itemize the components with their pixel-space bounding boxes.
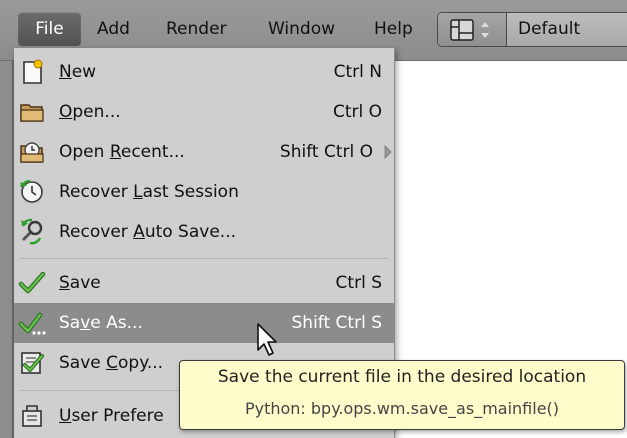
mouse-cursor-icon (257, 323, 277, 356)
menu-window[interactable]: Window (268, 12, 335, 46)
tooltip: Save the current file in the desired loc… (179, 360, 625, 430)
menu-help[interactable]: Help (374, 12, 413, 46)
recover-session-icon (19, 179, 43, 203)
mnemonic: S (59, 273, 70, 293)
preferences-icon (22, 405, 42, 427)
layout-grid-icon (450, 19, 489, 41)
menu-file[interactable]: File (18, 12, 81, 46)
menu-item-open-recent[interactable]: Open Recent... Shift Ctrl O (14, 132, 394, 172)
mnemonic: v (80, 313, 91, 333)
submenu-arrow-icon (384, 145, 392, 159)
screen-layout-name[interactable]: Default (518, 13, 580, 46)
menu-render[interactable]: Render (166, 12, 227, 46)
menu-item-recover-auto-save[interactable]: Recover Auto Save... (14, 212, 394, 252)
mnemonic: N (59, 62, 72, 82)
menu-add[interactable]: Add (97, 12, 130, 46)
mnemonic: C (106, 353, 119, 373)
menu-item-save[interactable]: Save Ctrl S (14, 263, 394, 303)
shortcut-label: Shift Ctrl O (279, 142, 373, 162)
editor-edge (0, 61, 14, 438)
new-file-icon (23, 59, 43, 84)
menu-item-new[interactable]: New Ctrl N (14, 52, 394, 92)
tooltip-python-path: Python: bpy.ops.wm.save_as_mainfile() (244, 399, 560, 418)
shortcut-label: Ctrl S (335, 273, 382, 293)
shortcut-label: Ctrl N (333, 62, 382, 82)
save-check-icon (18, 271, 46, 294)
menu-item-save-as[interactable]: Save As... Shift Ctrl S (14, 303, 394, 343)
screen-layout-selector[interactable]: Default (437, 12, 627, 47)
mnemonic: R (109, 142, 121, 162)
mnemonic: O (59, 102, 73, 122)
folder-open-icon (20, 104, 44, 122)
shortcut-label: Shift Ctrl S (291, 313, 383, 333)
recover-auto-icon (20, 218, 43, 245)
save-copy-icon (21, 352, 44, 374)
mnemonic: U (59, 406, 72, 426)
menu-separator (20, 258, 388, 259)
menu-item-recover-last-session[interactable]: Recover Last Session (14, 172, 394, 212)
screen-layout-dropdown[interactable] (438, 13, 507, 46)
tooltip-description: Save the current file in the desired loc… (217, 367, 587, 387)
menu-item-open[interactable]: Open... Ctrl O (14, 92, 394, 132)
mnemonic: A (133, 222, 145, 242)
shortcut-label: Ctrl O (332, 102, 382, 122)
save-as-icon (18, 312, 46, 335)
mnemonic: L (133, 182, 143, 202)
open-recent-icon (20, 142, 44, 163)
